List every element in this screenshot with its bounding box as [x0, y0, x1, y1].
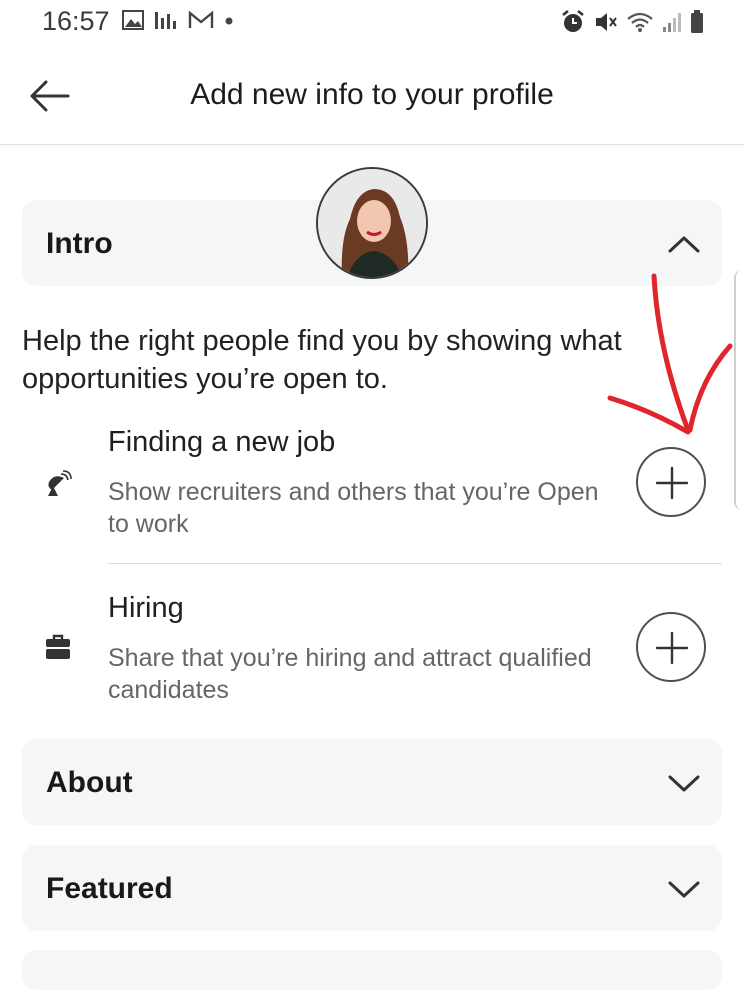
- add-hiring-button[interactable]: [636, 612, 706, 682]
- about-title: About: [46, 766, 133, 799]
- alarm-icon: [562, 10, 584, 32]
- chevron-down-icon[interactable]: [666, 771, 702, 795]
- notification-dot-icon: [225, 17, 233, 25]
- chevron-up-icon[interactable]: [666, 232, 702, 256]
- app-bar: Add new info to your profile: [0, 50, 744, 145]
- option-subtitle: Show recruiters and others that you’re O…: [108, 478, 599, 538]
- gallery-icon: [122, 10, 144, 30]
- featured-title: Featured: [46, 872, 173, 905]
- wifi-icon: [627, 12, 653, 32]
- about-section-header[interactable]: About: [22, 739, 722, 825]
- plus-icon: [655, 466, 689, 500]
- chevron-down-icon[interactable]: [666, 877, 702, 901]
- option-title: Finding a new job: [108, 426, 336, 458]
- profile-photo-icon: [318, 169, 426, 277]
- add-open-to-work-button[interactable]: [636, 447, 706, 517]
- plus-icon: [655, 631, 689, 665]
- chart-icon: [155, 12, 176, 29]
- briefcase-icon: [46, 634, 70, 659]
- option-title: Hiring: [108, 592, 184, 624]
- mute-icon: [596, 13, 617, 31]
- intro-title: Intro: [46, 227, 113, 260]
- featured-section-header[interactable]: Featured: [22, 845, 722, 931]
- intro-description: Help the right people find you by showin…: [22, 325, 622, 395]
- scroll-edge-indicator: [734, 270, 744, 510]
- status-time: 16:57: [42, 6, 110, 36]
- option-subtitle: Share that you’re hiring and attract qua…: [108, 644, 592, 704]
- status-bar: 16:57: [0, 0, 744, 48]
- signal-icon: [663, 13, 681, 32]
- page-title: Add new info to your profile: [190, 78, 554, 111]
- gmail-icon: [188, 10, 214, 28]
- battery-icon: [691, 10, 703, 33]
- satellite-dish-icon: [48, 470, 72, 496]
- profile-avatar: [316, 167, 428, 279]
- divider: [108, 563, 722, 564]
- next-section-header[interactable]: [22, 950, 722, 990]
